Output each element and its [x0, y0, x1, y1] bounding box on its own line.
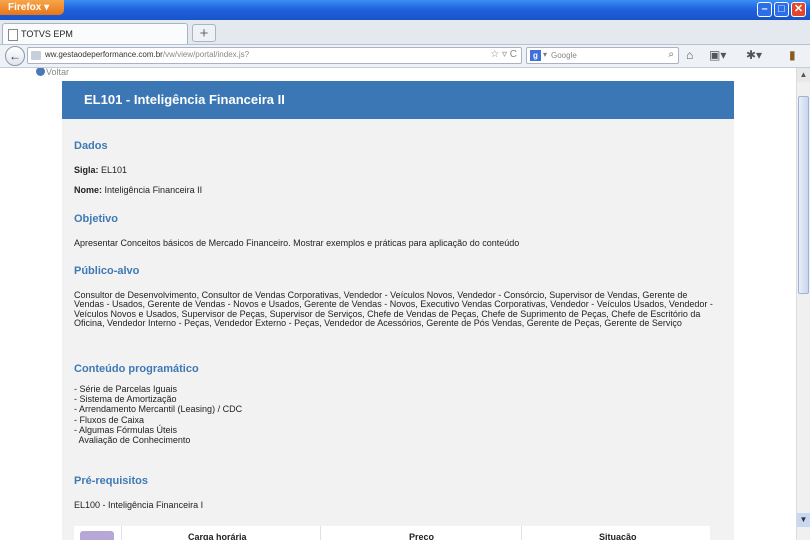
- search-placeholder: Google: [551, 51, 577, 60]
- table-divider: [320, 526, 321, 540]
- list-item: - Arrendamento Mercantil (Leasing) / CDC: [74, 404, 243, 415]
- addon-icon[interactable]: ✱▾: [746, 48, 762, 62]
- url-host: ww.gestaodeperformance.com.br: [45, 50, 163, 59]
- firefox-menu-label: Firefox: [8, 2, 42, 13]
- sigla-label: Sigla:: [74, 165, 99, 175]
- close-window-button[interactable]: ✕: [791, 2, 806, 17]
- prerequisitos-heading: Pré-requisitos: [74, 475, 148, 487]
- home-icon[interactable]: ⌂: [686, 48, 693, 62]
- publico-alvo-heading: Público-alvo: [74, 265, 140, 277]
- url-text[interactable]: ww.gestaodeperformance.com.br/vw/view/po…: [45, 50, 249, 59]
- list-item: - Fluxos de Caixa: [74, 414, 145, 425]
- downloads-icon[interactable]: ▣▾: [709, 48, 726, 62]
- conteudo-heading: Conteúdo programático: [74, 363, 199, 375]
- vertical-scrollbar[interactable]: ▲ ▼: [796, 68, 810, 540]
- tab-strip: TOTVS EPM +: [0, 20, 810, 45]
- minimize-button[interactable]: –: [757, 2, 772, 17]
- nome-label: Nome:: [74, 185, 103, 195]
- carga-horaria-header: Carga horária: [188, 532, 247, 540]
- course-offer-table: Carga horária Preço Situação: [74, 526, 710, 540]
- bookmarks-icon[interactable]: ▮: [789, 48, 796, 62]
- dados-heading: Dados: [74, 140, 108, 152]
- voltar-link[interactable]: Voltar: [46, 68, 69, 77]
- page-favicon-icon: [8, 29, 18, 41]
- page-viewport: Voltar EL101 - Inteligência Financeira I…: [0, 68, 796, 540]
- conteudo-list: - Série de Parcelas Iguais - Sistema de …: [74, 384, 242, 445]
- course-header: EL101 - Inteligência Financeira II: [62, 81, 734, 119]
- search-engine-icon[interactable]: g: [530, 50, 541, 61]
- sigla-row: Sigla: EL101: [74, 165, 127, 175]
- url-path: /vw/view/portal/index.js?: [162, 50, 250, 59]
- course-details-panel: Dados Sigla: EL101 Nome: Inteligência Fi…: [62, 119, 734, 540]
- history-dropdown-icon[interactable]: ▿: [502, 49, 507, 60]
- course-title: EL101 - Inteligência Financeira II: [84, 92, 285, 107]
- situacao-header: Situação: [599, 532, 637, 540]
- search-bar[interactable]: g ▾ Google ⌕: [526, 47, 679, 64]
- site-identity-icon[interactable]: [31, 51, 41, 60]
- list-item: - Série de Parcelas Iguais: [74, 384, 178, 394]
- sigla-value: EL101: [101, 165, 128, 175]
- search-magnifier-icon[interactable]: ⌕: [668, 49, 674, 60]
- window-title-bar: Firefox ▾ – □ ✕: [0, 0, 810, 20]
- list-item: - Algumas Fórmulas Úteis: [74, 424, 178, 435]
- course-thumbnail: [80, 531, 114, 540]
- table-divider: [521, 526, 522, 540]
- url-controls: ☆ ▿ C: [490, 49, 517, 60]
- url-bar[interactable]: ww.gestaodeperformance.com.br/vw/view/po…: [27, 47, 522, 64]
- firefox-menu-button[interactable]: Firefox ▾: [0, 0, 64, 15]
- scrollbar-thumb[interactable]: [798, 96, 809, 294]
- list-item: - Sistema de Amortização: [74, 394, 177, 405]
- publico-alvo-text: Consultor de Desenvolvimento, Consultor …: [74, 290, 713, 328]
- scroll-up-icon[interactable]: ▲: [797, 68, 810, 82]
- table-divider: [121, 526, 122, 540]
- nome-row: Nome: Inteligência Financeira II: [74, 185, 202, 195]
- back-button[interactable]: ←: [5, 46, 25, 66]
- tab-title: TOTVS EPM: [21, 29, 73, 39]
- scroll-down-icon[interactable]: ▼: [797, 513, 810, 527]
- new-tab-button[interactable]: +: [192, 24, 216, 42]
- conteudo-list-container: - Série de Parcelas Iguais - Sistema de …: [74, 384, 242, 445]
- maximize-button[interactable]: □: [774, 2, 789, 17]
- nome-value: Inteligência Financeira II: [104, 185, 203, 195]
- navigation-toolbar: ← ww.gestaodeperformance.com.br/vw/view/…: [0, 45, 810, 68]
- list-item: Avaliação de Conhecimento: [74, 435, 191, 446]
- search-engine-dropdown-icon[interactable]: ▾: [543, 50, 547, 59]
- back-arrow-icon[interactable]: [36, 68, 45, 76]
- objetivo-heading: Objetivo: [74, 213, 119, 225]
- bookmark-star-icon[interactable]: ☆: [490, 49, 499, 60]
- preco-header: Preço: [409, 532, 435, 540]
- reload-icon[interactable]: C: [510, 49, 517, 60]
- objetivo-text: Apresentar Conceitos básicos de Mercado …: [74, 238, 520, 248]
- prerequisitos-text: EL100 - Inteligência Financeira I: [74, 500, 204, 510]
- tab-totvs-epm[interactable]: TOTVS EPM: [2, 23, 188, 44]
